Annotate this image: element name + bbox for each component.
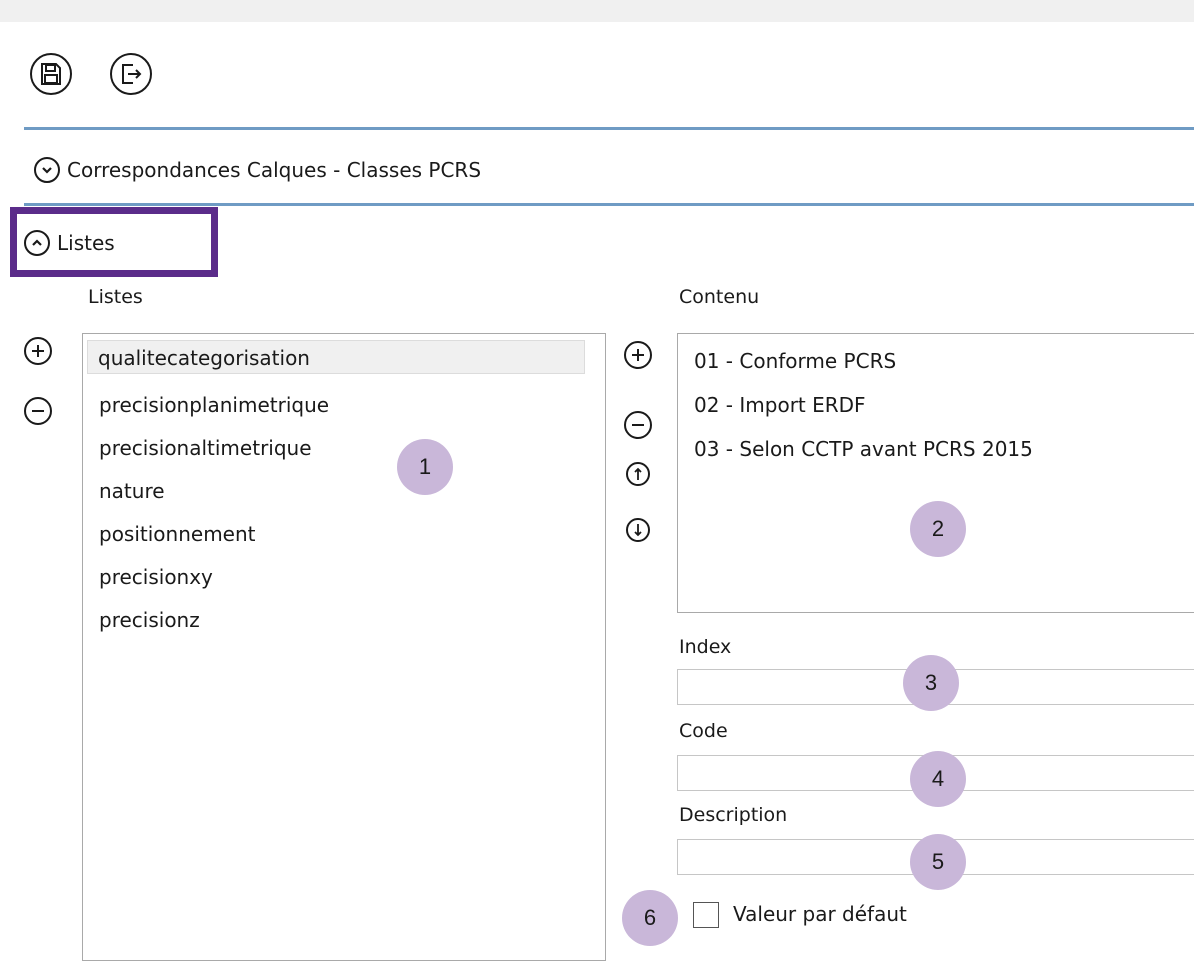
- minus-icon: [632, 424, 644, 426]
- index-label: Index: [679, 636, 732, 658]
- window-top-bar: [0, 0, 1194, 22]
- section-correspondances[interactable]: Correspondances Calques - Classes PCRS: [34, 157, 481, 183]
- callout-badge: 6: [622, 890, 678, 946]
- default-value-label: Valeur par défaut: [733, 902, 907, 926]
- separator-line: [24, 203, 1194, 206]
- exit-icon: [122, 64, 142, 84]
- add-list-button[interactable]: [24, 337, 52, 365]
- description-label: Description: [679, 804, 788, 826]
- list-item[interactable]: positionnement: [99, 517, 256, 551]
- list-item[interactable]: precisionxy: [99, 560, 213, 594]
- arrow-down-icon: [634, 524, 642, 537]
- content-item[interactable]: 02 - Import ERDF: [694, 388, 866, 422]
- content-item[interactable]: 03 - Selon CCTP avant PCRS 2015: [694, 432, 1033, 466]
- content-listbox[interactable]: 01 - Conforme PCRS 02 - Import ERDF 03 -…: [677, 333, 1194, 613]
- list-item[interactable]: precisionplanimetrique: [99, 388, 329, 422]
- separator-line: [24, 127, 1194, 130]
- callout-badge: 3: [903, 655, 959, 711]
- lists-listbox[interactable]: qualitecategorisation precisionplanimetr…: [82, 333, 606, 961]
- section-title: Listes: [57, 231, 115, 255]
- exit-button[interactable]: [110, 53, 152, 95]
- minus-icon: [32, 410, 44, 412]
- default-value-checkbox[interactable]: [693, 902, 719, 928]
- add-content-button[interactable]: [624, 341, 652, 369]
- remove-list-button[interactable]: [24, 397, 52, 425]
- callout-badge: 1: [397, 439, 453, 495]
- save-button[interactable]: [30, 53, 72, 95]
- plus-icon: [632, 349, 644, 361]
- code-label: Code: [679, 720, 728, 742]
- chevron-down-icon[interactable]: [34, 157, 60, 183]
- plus-icon: [32, 345, 44, 357]
- callout-badge: 5: [910, 834, 966, 890]
- move-up-button[interactable]: [626, 462, 650, 486]
- save-icon: [41, 63, 61, 85]
- list-item[interactable]: precisionaltimetrique: [99, 431, 312, 465]
- lists-header: Listes: [88, 286, 143, 308]
- chevron-up-icon[interactable]: [24, 230, 50, 256]
- content-header: Contenu: [679, 286, 760, 308]
- section-title: Correspondances Calques - Classes PCRS: [67, 158, 482, 182]
- section-listes[interactable]: Listes: [24, 230, 115, 256]
- arrow-up-icon: [634, 467, 642, 480]
- move-down-button[interactable]: [626, 518, 650, 542]
- content-item[interactable]: 01 - Conforme PCRS: [694, 344, 896, 378]
- remove-content-button[interactable]: [624, 411, 652, 439]
- callout-badge: 2: [910, 501, 966, 557]
- list-item[interactable]: precisionz: [99, 603, 200, 637]
- list-item[interactable]: nature: [99, 474, 165, 508]
- list-item[interactable]: qualitecategorisation: [87, 340, 585, 374]
- callout-badge: 4: [910, 751, 966, 807]
